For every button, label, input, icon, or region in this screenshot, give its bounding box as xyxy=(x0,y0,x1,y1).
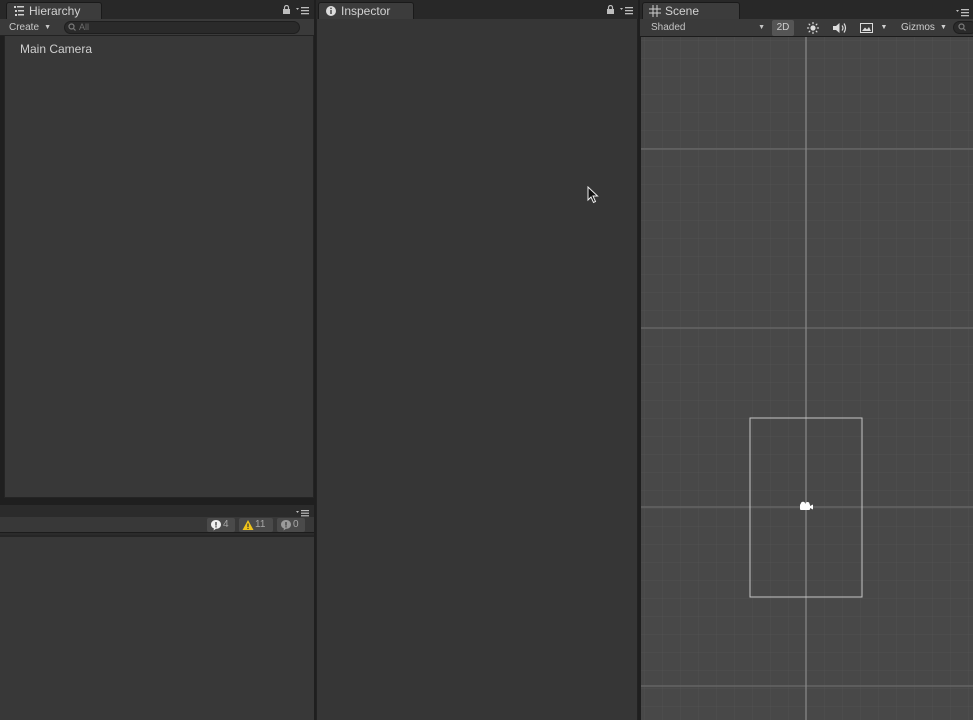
scene-grid xyxy=(641,37,973,720)
create-button[interactable]: Create ▼ xyxy=(9,21,51,34)
lock-icon[interactable] xyxy=(606,5,615,15)
scene-toolbar: Shaded ▼ 2D ▼ Gizmos ▼ xyxy=(640,19,973,37)
warning-count-toggle[interactable]: 11 xyxy=(239,518,273,532)
search-icon xyxy=(958,23,966,31)
shading-mode-dropdown[interactable]: Shaded ▼ xyxy=(645,21,767,35)
search-input[interactable]: All xyxy=(64,21,300,34)
speaker-icon[interactable] xyxy=(832,22,848,34)
console-toolbar: 4 11 0 xyxy=(0,517,314,533)
warning-icon xyxy=(242,520,254,530)
console-log[interactable] xyxy=(0,535,314,720)
search-icon xyxy=(68,23,76,31)
hierarchy-tabbar: Hierarchy xyxy=(0,0,314,19)
scene-search-input[interactable] xyxy=(953,21,973,34)
scene-tabbar: Scene xyxy=(640,0,973,19)
error-count: 4 xyxy=(223,519,229,530)
lock-icon[interactable] xyxy=(282,5,291,15)
error-count-toggle[interactable]: 4 xyxy=(207,518,235,532)
message-icon xyxy=(281,520,291,531)
inspector-tabbar: Inspector xyxy=(316,0,638,19)
tab-inspector-label: Inspector xyxy=(341,4,391,18)
message-count: 0 xyxy=(293,519,299,530)
tab-scene-label: Scene xyxy=(665,4,700,18)
info-icon xyxy=(326,6,336,16)
tab-hierarchy[interactable]: Hierarchy xyxy=(6,2,102,19)
hierarchy-item-main-camera[interactable]: Main Camera xyxy=(20,42,92,56)
tab-inspector[interactable]: Inspector xyxy=(318,2,414,19)
menu-icon[interactable] xyxy=(296,5,310,15)
chevron-down-icon: ▼ xyxy=(44,24,52,31)
hierarchy-tree: Main Camera xyxy=(4,36,314,498)
menu-icon[interactable] xyxy=(956,7,970,17)
chevron-down-icon: ▼ xyxy=(940,24,947,31)
2d-mode-toggle[interactable]: 2D xyxy=(772,20,794,36)
menu-icon[interactable] xyxy=(620,5,634,15)
gizmos-dropdown[interactable]: Gizmos ▼ xyxy=(896,20,948,36)
image-icon[interactable] xyxy=(860,23,873,33)
create-button-label: Create xyxy=(9,22,40,33)
shading-mode-value: Shaded xyxy=(651,22,686,33)
hierarchy-panel: Hierarchy Create ▼ All Main Camera xyxy=(0,0,314,498)
grid-icon xyxy=(649,5,661,17)
hierarchy-toolbar: Create ▼ All xyxy=(0,19,314,36)
menu-icon[interactable] xyxy=(296,509,310,517)
cursor-icon xyxy=(587,186,599,204)
tab-scene[interactable]: Scene xyxy=(642,2,740,19)
search-placeholder: All xyxy=(79,22,90,32)
message-count-toggle[interactable]: 0 xyxy=(277,518,305,532)
chevron-down-icon: ▼ xyxy=(758,24,765,31)
inspector-panel: Inspector xyxy=(316,0,638,720)
gizmos-label: Gizmos xyxy=(901,22,935,33)
error-icon xyxy=(211,520,221,531)
console-header xyxy=(0,505,314,517)
console-panel: 4 11 0 xyxy=(0,505,314,720)
inspector-content xyxy=(316,19,638,720)
scene-viewport[interactable] xyxy=(641,37,973,720)
tab-hierarchy-label: Hierarchy xyxy=(29,4,81,18)
list-icon xyxy=(14,6,24,16)
sun-icon[interactable] xyxy=(806,22,820,34)
warning-count: 11 xyxy=(255,519,266,530)
chevron-down-icon[interactable]: ▼ xyxy=(880,20,888,36)
scene-panel: Scene Shaded ▼ 2D ▼ Gizmos ▼ xyxy=(640,0,973,720)
